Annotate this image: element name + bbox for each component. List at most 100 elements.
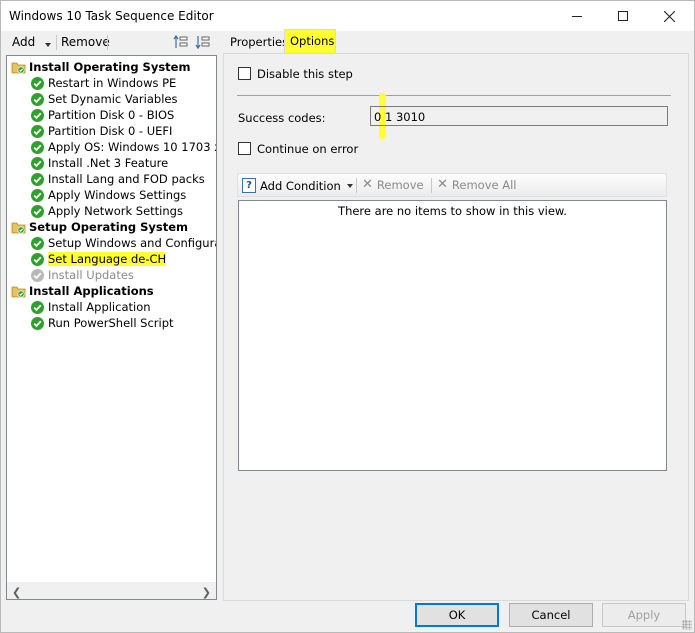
tree-step[interactable]: Install Updates	[30, 267, 134, 283]
tree-step[interactable]: Set Language de-CH	[30, 251, 167, 267]
cancel-button[interactable]: Cancel	[509, 603, 593, 627]
add-condition-label: Add Condition	[260, 178, 341, 193]
empty-list-message: There are no items to show in this view.	[338, 204, 567, 218]
check-circle-icon	[30, 123, 45, 139]
check-circle-icon	[30, 203, 45, 219]
folder-icon	[11, 286, 26, 298]
task-sequence-tree[interactable]: Install Operating System Restart in Windo…	[6, 55, 217, 600]
horizontal-scrollbar[interactable]: ❮ ❯	[7, 582, 216, 599]
check-circle-icon	[30, 75, 45, 91]
tree-item-label: Setup Windows and Configuration	[48, 236, 216, 250]
tree-item-label: Apply Network Settings	[48, 204, 183, 218]
move-up-icon[interactable]	[173, 34, 189, 50]
tree-item-label: Install Applications	[29, 284, 154, 298]
tree-toolbar: Add Remove	[5, 32, 217, 54]
tree-step[interactable]: Partition Disk 0 - UEFI	[30, 123, 172, 139]
tree-step[interactable]: Run PowerShell Script	[30, 315, 174, 331]
tree-step[interactable]: Install Lang and FOD packs	[30, 171, 205, 187]
tree-group[interactable]: Setup Operating System	[11, 219, 188, 235]
continue-on-error-label: Continue on error	[257, 142, 359, 156]
delete-icon: ✕	[437, 177, 448, 192]
tree-item-label: Restart in Windows PE	[48, 76, 177, 90]
tree-item-label: Set Language de-CH	[48, 252, 167, 266]
question-icon: ?	[242, 178, 256, 193]
tree-group[interactable]: Install Applications	[11, 283, 154, 299]
tree-item-label: Install Lang and FOD packs	[48, 172, 205, 186]
tree-step[interactable]: Setup Windows and Configuration	[30, 235, 216, 251]
tree-item-label: Apply Windows Settings	[48, 188, 187, 202]
check-circle-icon	[30, 299, 45, 315]
disabled-check-icon	[30, 267, 45, 283]
remove-all-label: Remove All	[451, 178, 517, 192]
check-circle-icon	[30, 107, 45, 123]
minimize-button[interactable]	[554, 1, 600, 31]
add-menu-button[interactable]: Add	[12, 35, 35, 49]
continue-on-error-checkbox[interactable]	[238, 142, 251, 155]
tree-item-label: Set Dynamic Variables	[48, 92, 178, 106]
tree-item-label: Install Application	[48, 300, 151, 314]
success-codes-label: Success codes:	[238, 111, 326, 125]
disable-step-label: Disable this step	[257, 67, 353, 81]
window-title: Windows 10 Task Sequence Editor	[9, 9, 214, 23]
remove-all-conditions-button[interactable]: ✕ Remove All	[437, 178, 517, 192]
tree-step[interactable]: Restart in Windows PE	[30, 75, 176, 91]
tab-options[interactable]: Options	[284, 29, 336, 54]
title-bar: Windows 10 Task Sequence Editor	[1, 1, 694, 31]
folder-icon	[11, 222, 26, 234]
remove-condition-button[interactable]: ✕ Remove	[362, 178, 424, 192]
resize-grip-icon[interactable]	[682, 620, 692, 630]
tree-item-label: Apply OS: Windows 10 1703 x64	[48, 140, 217, 154]
tree-item-label: Partition Disk 0 - BIOS	[48, 108, 175, 122]
task-sequence-editor-window: Windows 10 Task Sequence Editor Add Remo…	[0, 0, 695, 633]
tree-step[interactable]: Set Dynamic Variables	[30, 91, 177, 107]
minimize-icon	[572, 15, 582, 17]
tree-item-label: Install Updates	[48, 268, 134, 282]
tree-step[interactable]: Partition Disk 0 - BIOS	[30, 107, 174, 123]
tree-item-label: Install .Net 3 Feature	[48, 156, 169, 170]
add-condition-button[interactable]: ? Add Condition	[242, 178, 353, 193]
check-circle-icon	[30, 187, 45, 203]
toolbar-separator	[431, 178, 432, 193]
toolbar-separator	[56, 35, 57, 50]
folder-icon	[11, 62, 26, 74]
tree-item-label: Install Operating System	[29, 60, 191, 74]
chevron-down-icon	[45, 43, 51, 47]
maximize-icon	[618, 11, 628, 21]
tree-item-label: Partition Disk 0 - UEFI	[48, 124, 173, 138]
tree-item-label: Run PowerShell Script	[48, 316, 174, 330]
apply-button[interactable]: Apply	[602, 603, 686, 627]
check-circle-icon	[30, 139, 45, 155]
tree-group[interactable]: Install Operating System	[11, 59, 190, 75]
toolbar-separator	[107, 35, 108, 50]
disable-step-checkbox[interactable]	[238, 67, 251, 80]
remove-button[interactable]: Remove	[61, 35, 110, 49]
tree-step[interactable]: Apply OS: Windows 10 1703 x64	[30, 139, 217, 155]
conditions-toolbar: ? Add Condition ✕ Remove ✕ Remove All	[237, 173, 667, 197]
scroll-left-icon[interactable]: ❮	[12, 586, 21, 599]
remove-condition-label: Remove	[376, 178, 424, 192]
check-circle-icon	[30, 251, 45, 267]
move-down-icon[interactable]	[195, 34, 211, 50]
maximize-button[interactable]	[600, 1, 646, 31]
success-codes-input[interactable]: 0 1 3010	[370, 106, 668, 126]
tab-properties[interactable]: Properties	[225, 31, 288, 53]
close-button[interactable]	[646, 1, 692, 31]
tree-step[interactable]: Install .Net 3 Feature	[30, 155, 168, 171]
check-circle-icon	[30, 91, 45, 107]
tree-step[interactable]: Apply Network Settings	[30, 203, 183, 219]
divider	[237, 95, 671, 96]
check-circle-icon	[30, 315, 45, 331]
tree-step[interactable]: Apply Windows Settings	[30, 187, 186, 203]
check-circle-icon	[30, 171, 45, 187]
close-icon	[663, 10, 675, 22]
conditions-list[interactable]: There are no items to show in this view.	[238, 200, 667, 471]
tree-step[interactable]: Install Application	[30, 299, 151, 315]
toolbar-separator	[356, 178, 357, 193]
delete-icon: ✕	[362, 177, 373, 192]
tree-item-label: Setup Operating System	[29, 220, 189, 234]
scroll-right-icon[interactable]: ❯	[202, 586, 211, 599]
chevron-down-icon	[346, 183, 353, 188]
check-circle-icon	[30, 155, 45, 171]
check-circle-icon	[30, 235, 45, 251]
ok-button[interactable]: OK	[415, 603, 499, 627]
